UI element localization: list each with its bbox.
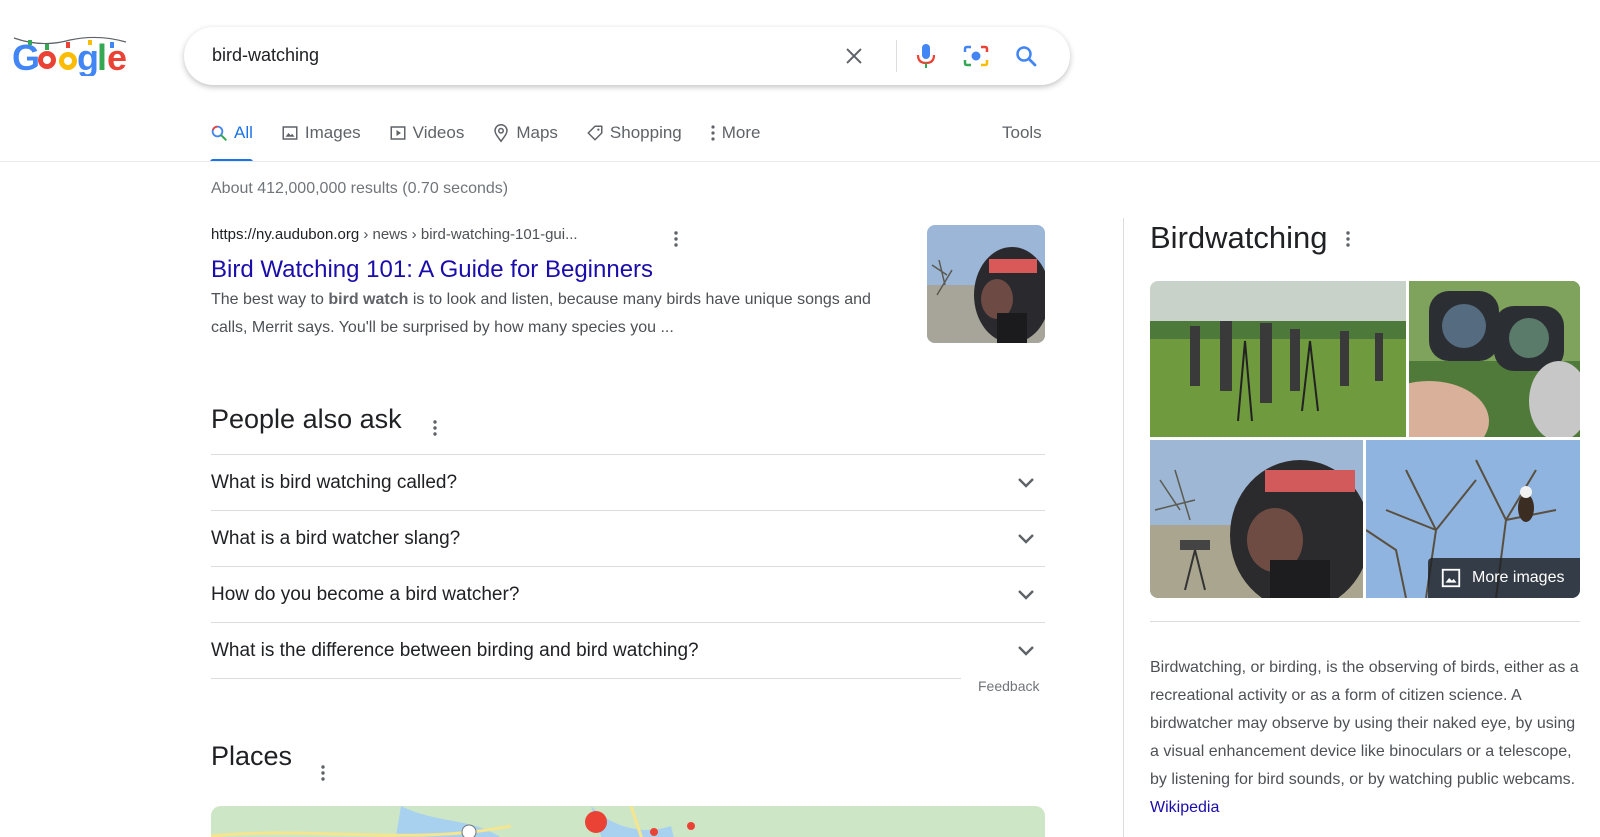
image-icon: [1441, 568, 1461, 588]
tab-more[interactable]: More: [710, 118, 761, 148]
chevron-down-icon: [1018, 645, 1034, 656]
wikipedia-link[interactable]: Wikipedia: [1150, 799, 1219, 816]
more-images-button[interactable]: More images: [1428, 558, 1580, 598]
feedback-link[interactable]: Feedback: [978, 678, 1039, 694]
chevron-down-icon: [1018, 533, 1034, 544]
paa-question[interactable]: How do you become a bird watcher?: [211, 566, 1045, 622]
search-result: https://ny.audubon.org › news › bird-wat…: [211, 226, 911, 342]
map-pin-icon: [494, 124, 509, 143]
search-icon: [211, 125, 227, 141]
tab-shopping[interactable]: Shopping: [586, 118, 682, 148]
clear-icon[interactable]: [840, 42, 868, 70]
result-stats: About 412,000,000 results (0.70 seconds): [211, 180, 509, 197]
tab-videos[interactable]: Videos: [389, 118, 464, 148]
search-tabs: All Images Videos Maps Shopping More: [210, 118, 789, 162]
result-url[interactable]: https://ny.audubon.org › news › bird-wat…: [211, 226, 911, 243]
result-thumbnail[interactable]: [927, 225, 1045, 343]
kp-image-birder-closeup[interactable]: [1150, 440, 1363, 598]
search-input[interactable]: bird-watching: [212, 45, 319, 66]
more-vert-icon[interactable]: [320, 764, 326, 782]
svg-text:l: l: [97, 37, 107, 76]
microphone-icon[interactable]: [912, 42, 940, 70]
tab-images[interactable]: Images: [281, 118, 361, 148]
search-box[interactable]: bird-watching: [184, 27, 1070, 85]
paa-title: People also ask: [211, 404, 402, 434]
header-divider: [0, 161, 1600, 162]
image-icon: [282, 126, 298, 140]
paa-question[interactable]: What is a bird watcher slang?: [211, 510, 1045, 566]
video-icon: [390, 126, 406, 140]
places-title: Places: [211, 741, 293, 771]
more-vert-icon: [711, 125, 715, 141]
kp-divider-horizontal: [1150, 621, 1580, 622]
more-vert-icon[interactable]: [1345, 230, 1351, 248]
svg-text:G: G: [12, 37, 40, 76]
more-vert-icon[interactable]: [673, 230, 679, 248]
result-snippet: The best way to bird watch is to look an…: [211, 291, 871, 336]
google-logo[interactable]: G g l e: [12, 34, 128, 76]
paa-question[interactable]: What is the difference between birding a…: [211, 622, 1045, 678]
search-icon[interactable]: [1012, 42, 1040, 70]
result-title-link[interactable]: Bird Watching 101: A Guide for Beginners: [211, 256, 911, 284]
more-vert-icon[interactable]: [432, 419, 438, 437]
paa-divider: [211, 678, 961, 679]
kp-image-binoculars[interactable]: [1409, 281, 1580, 437]
chevron-down-icon: [1018, 589, 1034, 600]
camera-lens-icon[interactable]: [962, 42, 990, 70]
kp-title: Birdwatching: [1150, 220, 1328, 255]
tools-button[interactable]: Tools: [1002, 123, 1042, 143]
paa-question[interactable]: What is bird watching called?: [211, 454, 1045, 510]
places-map[interactable]: [211, 806, 1045, 837]
kp-image-field-birders[interactable]: [1150, 281, 1406, 437]
tab-all[interactable]: All: [210, 118, 253, 162]
tab-maps[interactable]: Maps: [492, 118, 558, 148]
kp-description: Birdwatching, or birding, is the observi…: [1150, 659, 1579, 816]
chevron-down-icon: [1018, 477, 1034, 488]
search-divider: [896, 40, 897, 72]
people-also-ask: What is bird watching called? What is a …: [211, 454, 1045, 679]
kp-divider: [1123, 218, 1124, 837]
tag-icon: [587, 125, 603, 141]
